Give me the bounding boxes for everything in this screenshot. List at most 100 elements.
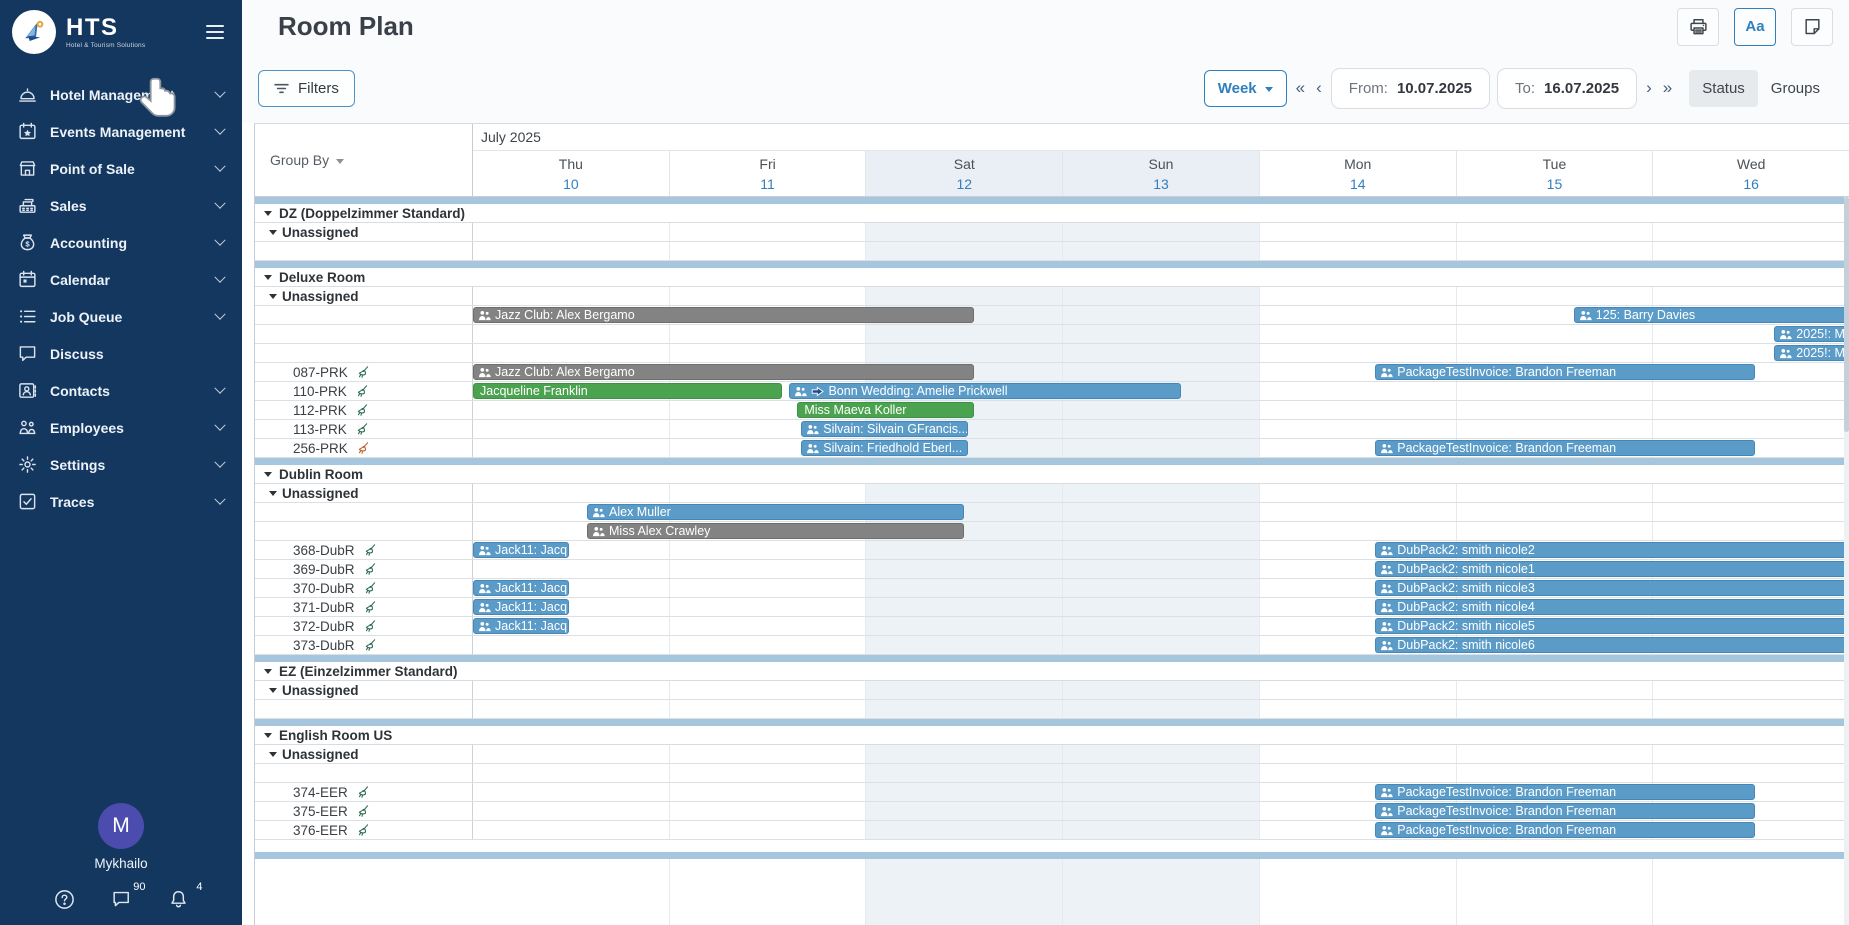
booking-bar[interactable]: Jack11: Jacq: [473, 618, 569, 634]
subgroup-label[interactable]: Unassigned: [255, 681, 473, 699]
guest-icon: [1380, 621, 1393, 632]
booking-bar[interactable]: PackageTestInvoice: Brandon Freeman: [1375, 364, 1754, 380]
sidebar-item-sales[interactable]: Sales: [0, 187, 242, 224]
group-row[interactable]: English Room US: [255, 726, 1849, 745]
next-button[interactable]: ›: [1644, 78, 1654, 98]
booking-bar[interactable]: DubPack2: smith nicole3: [1375, 580, 1849, 596]
booking-bar[interactable]: DubPack2: smith nicole1: [1375, 561, 1849, 577]
booking-bar[interactable]: Jack11: Jacq: [473, 580, 569, 596]
range-scale-button[interactable]: Week: [1204, 70, 1287, 107]
room-label[interactable]: 371-DubR: [255, 598, 473, 616]
room-label[interactable]: 256-PRK: [255, 439, 473, 457]
notifications-bell-icon[interactable]: 4: [168, 889, 189, 915]
subgroup-label[interactable]: Unassigned: [255, 287, 473, 305]
sidebar-item-calendar[interactable]: Calendar: [0, 261, 242, 298]
notes-button[interactable]: [1791, 8, 1833, 46]
sidebar-item-discuss[interactable]: Discuss: [0, 335, 242, 372]
booking-bar[interactable]: 2025!: Mis: [1774, 326, 1849, 342]
messages-icon[interactable]: 90: [111, 889, 132, 915]
groups-toggle-button[interactable]: Groups: [1758, 70, 1833, 107]
subgroup-label[interactable]: Unassigned: [255, 223, 473, 241]
day-name: Fri: [670, 156, 866, 172]
next-fast-button[interactable]: »: [1661, 78, 1674, 98]
from-date-field[interactable]: From: 10.07.2025: [1331, 68, 1490, 109]
booking-bar[interactable]: PackageTestInvoice: Brandon Freeman: [1375, 784, 1754, 800]
room-row: 372-DubRJack11: Jacq DubPack2: smith nico…: [255, 617, 1849, 636]
subgroup-row: Unassigned: [255, 745, 1849, 764]
booking-bar[interactable]: PackageTestInvoice: Brandon Freeman: [1375, 803, 1754, 819]
help-icon[interactable]: [54, 889, 75, 915]
sidebar-item-contacts[interactable]: Contacts: [0, 372, 242, 409]
sidebar-item-employees[interactable]: Employees: [0, 409, 242, 446]
group-row[interactable]: Dublin Room: [255, 465, 1849, 484]
booking-bar[interactable]: Bonn Wedding: Amelie Prickwell: [789, 383, 1180, 399]
main-area: Room Plan Aa Filters Week: [242, 0, 1849, 925]
subgroup-label[interactable]: Unassigned: [255, 745, 473, 763]
booking-bar[interactable]: Jack11: Jacq: [473, 542, 569, 558]
booking-bar[interactable]: Miss Alex Crawley: [587, 523, 964, 539]
collapse-arrow-icon: [264, 733, 272, 738]
room-label[interactable]: 113-PRK: [255, 420, 473, 438]
booking-bar[interactable]: Jazz Club: Alex Bergamo: [473, 364, 974, 380]
sidebar-item-accounting[interactable]: $Accounting: [0, 224, 242, 261]
group-row[interactable]: Deluxe Room: [255, 268, 1849, 287]
booking-bar[interactable]: Silvain: Friedhold Eberl...: [801, 440, 968, 456]
room-label[interactable]: 087-PRK: [255, 363, 473, 381]
calendar-icon: [18, 270, 37, 289]
booking-bar[interactable]: PackageTestInvoice: Brandon Freeman: [1375, 822, 1754, 838]
booking-bar[interactable]: DubPack2: smith nicole2: [1375, 542, 1849, 558]
font-size-button[interactable]: Aa: [1734, 8, 1776, 46]
room-label[interactable]: 376-EER: [255, 821, 473, 839]
room-label[interactable]: 375-EER: [255, 802, 473, 820]
day-number: 11: [670, 176, 866, 192]
booking-bar[interactable]: Alex Muller: [587, 504, 964, 520]
room-label[interactable]: 373-DubR: [255, 636, 473, 654]
print-button[interactable]: [1677, 8, 1719, 46]
vertical-scrollbar[interactable]: [1844, 197, 1849, 925]
booking-bar[interactable]: DubPack2: smith nicole5: [1375, 618, 1849, 634]
booking-bar[interactable]: Silvain: Silvain GFrancis...: [801, 421, 968, 437]
day-header-cell: Sun13: [1062, 151, 1259, 196]
booking-bar[interactable]: 2025!: Mis: [1774, 345, 1849, 361]
booking-bar[interactable]: DubPack2: smith nicole6: [1375, 637, 1849, 653]
arrow-right-icon: [811, 386, 824, 397]
day-number: 15: [1457, 176, 1653, 192]
booking-bar[interactable]: Jazz Club: Alex Bergamo: [473, 307, 974, 323]
room-label[interactable]: 372-DubR: [255, 617, 473, 635]
scrollbar-thumb[interactable]: [1844, 197, 1849, 432]
collapse-arrow-icon: [269, 230, 277, 235]
hamburger-menu-icon[interactable]: [204, 19, 226, 45]
booking-bar[interactable]: PackageTestInvoice: Brandon Freeman: [1375, 440, 1754, 456]
booking-bar[interactable]: Jack11: Jacq: [473, 599, 569, 615]
sidebar-item-events-management[interactable]: Events Management: [0, 113, 242, 150]
room-label[interactable]: 368-DubR: [255, 541, 473, 559]
to-date-field[interactable]: To: 16.07.2025: [1497, 68, 1637, 109]
group-row[interactable]: DZ (Doppelzimmer Standard): [255, 204, 1849, 223]
filters-button[interactable]: Filters: [258, 70, 355, 107]
room-label[interactable]: 374-EER: [255, 783, 473, 801]
sidebar-item-hotel-management[interactable]: Hotel Management: [0, 76, 242, 113]
avatar[interactable]: M: [98, 803, 144, 849]
booking-bar[interactable]: Miss Maeva Koller: [797, 402, 974, 418]
room-label[interactable]: 110-PRK: [255, 382, 473, 400]
sidebar-item-point-of-sale[interactable]: Point of Sale: [0, 150, 242, 187]
day-name: Sat: [866, 156, 1062, 172]
subgroup-label[interactable]: Unassigned: [255, 484, 473, 502]
room-name: 373-DubR: [255, 638, 355, 653]
sidebar-item-settings[interactable]: Settings: [0, 446, 242, 483]
prev-fast-button[interactable]: «: [1294, 78, 1307, 98]
booking-bar[interactable]: 125: Barry Davies: [1574, 307, 1849, 323]
status-toggle-button[interactable]: Status: [1689, 70, 1758, 107]
hts-logo[interactable]: [12, 10, 56, 54]
group-name: Dublin Room: [279, 467, 363, 482]
group-row[interactable]: EZ (Einzelzimmer Standard): [255, 662, 1849, 681]
group-by-dropdown[interactable]: Group By: [255, 124, 473, 196]
room-label[interactable]: 370-DubR: [255, 579, 473, 597]
booking-bar[interactable]: DubPack2: smith nicole4: [1375, 599, 1849, 615]
room-label[interactable]: 369-DubR: [255, 560, 473, 578]
room-label[interactable]: 112-PRK: [255, 401, 473, 419]
sidebar-item-traces[interactable]: Traces: [0, 483, 242, 520]
booking-bar[interactable]: Jacqueline Franklin: [473, 383, 782, 399]
sidebar-item-job-queue[interactable]: Job Queue: [0, 298, 242, 335]
prev-button[interactable]: ‹: [1314, 78, 1324, 98]
